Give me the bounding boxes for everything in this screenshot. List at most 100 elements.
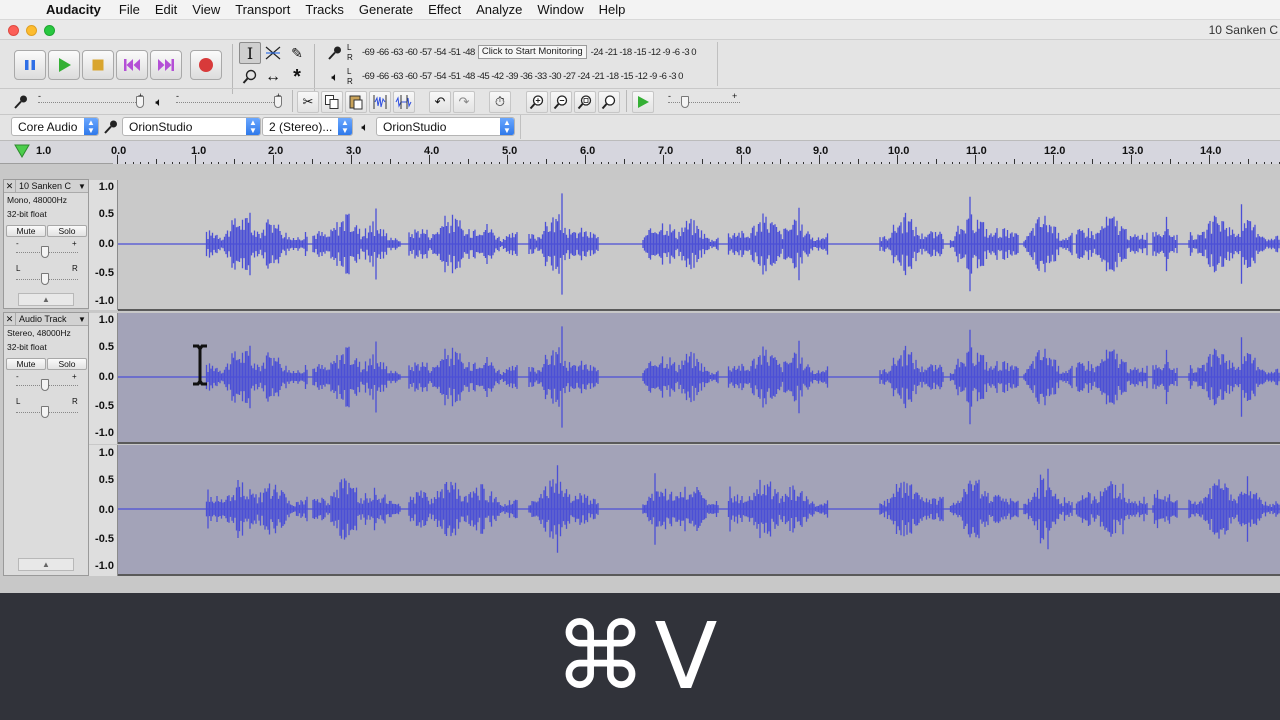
waveform-area-2-left[interactable] xyxy=(117,313,1280,444)
cut-button[interactable]: ✂ xyxy=(297,91,319,113)
playback-meter-speaker-icon[interactable]: 🔈︎ xyxy=(324,66,346,88)
track-name-menu[interactable]: Audio Track xyxy=(16,314,76,324)
play-button[interactable] xyxy=(48,50,80,80)
fit-selection-button[interactable] xyxy=(574,91,596,113)
redo-button[interactable]: ↷ xyxy=(453,91,475,113)
track-area: ✕ 10 Sanken C ▼ Mono, 48000Hz 32-bit flo… xyxy=(0,164,1280,593)
chevron-updown-icon: ▲ ▼ xyxy=(246,118,260,135)
zoom-window-button[interactable] xyxy=(44,25,55,36)
track-control-panel-2[interactable]: ✕ Audio Track ▼ Stereo, 48000Hz 32-bit f… xyxy=(3,312,89,576)
menu-file[interactable]: File xyxy=(119,2,140,17)
close-track-icon[interactable]: ✕ xyxy=(4,180,16,192)
selection-tool[interactable]: I xyxy=(239,42,261,64)
recording-channels-select[interactable]: 2 (Stereo)... ▲ ▼ xyxy=(262,117,353,136)
gain-thumb[interactable] xyxy=(41,246,49,258)
playback-device-select[interactable]: OrionStudio ▲ ▼ xyxy=(376,117,515,136)
fit-project-button[interactable] xyxy=(598,91,620,113)
scale-label: 0.0 xyxy=(98,371,114,383)
sync-lock-button[interactable]: ⏱︎ xyxy=(489,91,511,113)
play-at-speed-button[interactable] xyxy=(632,91,654,113)
skip-to-start-button[interactable] xyxy=(116,50,148,80)
gain-thumb[interactable] xyxy=(41,379,49,391)
mute-button[interactable]: Mute xyxy=(6,225,46,237)
pan-thumb[interactable] xyxy=(41,406,49,418)
envelope-tool[interactable] xyxy=(262,42,284,64)
draw-tool[interactable]: ✎ xyxy=(286,42,308,64)
solo-button[interactable]: Solo xyxy=(47,358,87,370)
scale-label: 1.0 xyxy=(98,181,114,193)
collapse-track-button[interactable]: ▲ xyxy=(18,293,74,306)
recording-volume-thumb[interactable] xyxy=(136,96,144,108)
close-track-icon[interactable]: ✕ xyxy=(4,313,16,325)
fit-project-icon xyxy=(601,95,616,110)
menu-analyze[interactable]: Analyze xyxy=(476,2,522,17)
menu-audacity[interactable]: Audacity xyxy=(46,2,101,17)
copy-button[interactable] xyxy=(321,91,343,113)
undo-button[interactable]: ↶ xyxy=(429,91,451,113)
toolbar-row-divider xyxy=(0,114,1280,115)
track-format: Mono, 48000Hz xyxy=(7,195,68,205)
record-button[interactable] xyxy=(190,50,222,80)
playback-meter[interactable]: -69 -66 -63 -60 -57 -54 -51 -48 -45 -42 … xyxy=(362,66,683,86)
pause-icon xyxy=(25,60,35,70)
play-speed-thumb[interactable] xyxy=(681,96,689,108)
time-shift-tool[interactable]: ↔ xyxy=(262,66,284,88)
record-meter-mic-icon[interactable] xyxy=(324,42,346,64)
vertical-scale-1[interactable]: 1.0 0.5 0.0 -0.5 -1.0 xyxy=(89,180,118,310)
zoom-out-button[interactable] xyxy=(550,91,572,113)
vertical-scale-2-left[interactable]: 1.0 0.5 0.0 -0.5 -1.0 xyxy=(89,313,118,444)
waveform-area-1[interactable] xyxy=(117,180,1280,311)
collapse-track-button[interactable]: ▲ xyxy=(18,558,74,571)
pan-thumb[interactable] xyxy=(41,273,49,285)
menu-edit[interactable]: Edit xyxy=(155,2,177,17)
undo-icon: ↶ xyxy=(434,94,446,109)
minimize-window-button[interactable] xyxy=(26,25,37,36)
paste-button[interactable] xyxy=(345,91,367,113)
ruler-mark: 11.0 xyxy=(966,145,987,157)
solo-button[interactable]: Solo xyxy=(47,225,87,237)
menu-window[interactable]: Window xyxy=(537,2,583,17)
ruler-mark: 2.0 xyxy=(268,145,284,157)
playback-volume-thumb[interactable] xyxy=(274,96,282,108)
record-meter-scale: -69 -66 -63 -60 -57 -54 -51 -48 xyxy=(362,46,475,58)
playback-volume-slider[interactable] xyxy=(176,102,282,103)
close-window-button[interactable] xyxy=(8,25,19,36)
menu-generate[interactable]: Generate xyxy=(359,2,413,17)
record-meter[interactable]: -69 -66 -63 -60 -57 -54 -51 -48 Click to… xyxy=(362,42,697,62)
chevron-down-icon[interactable]: ▼ xyxy=(76,315,88,324)
zoom-in-button[interactable] xyxy=(526,91,548,113)
stop-button[interactable] xyxy=(82,50,114,80)
chevron-down-icon[interactable]: ▼ xyxy=(76,182,88,191)
multi-tool[interactable]: * xyxy=(286,66,308,88)
trim-audio-button[interactable] xyxy=(369,91,391,113)
waveform-area-2-right[interactable] xyxy=(117,445,1280,576)
track-control-panel-1[interactable]: ✕ 10 Sanken C ▼ Mono, 48000Hz 32-bit flo… xyxy=(3,179,89,309)
menu-help[interactable]: Help xyxy=(599,2,626,17)
scissors-icon: ✂ xyxy=(302,94,314,109)
recording-volume-slider[interactable] xyxy=(38,102,144,103)
start-monitoring-tooltip[interactable]: Click to Start Monitoring xyxy=(477,45,587,59)
menu-tracks[interactable]: Tracks xyxy=(305,2,344,17)
toolbar-separator xyxy=(292,90,293,112)
play-speed-slider[interactable] xyxy=(668,102,740,103)
playback-volume-icon: 🔈︎ xyxy=(148,91,170,113)
ruler-track[interactable]: 0.0 1.0 2.0 3.0 4.0 5.0 6.0 7.0 8.0 9.0 … xyxy=(111,141,1280,165)
zoom-tool[interactable] xyxy=(239,66,261,88)
ruler-mark: 0.0 xyxy=(111,145,127,157)
timeline-ruler[interactable]: 1.0 0.0 1.0 2.0 3.0 4.0 5.0 6.0 7.0 8.0 … xyxy=(0,140,1280,165)
play-head-triangle-icon[interactable] xyxy=(14,144,30,158)
waveform xyxy=(117,326,1280,428)
menu-transport[interactable]: Transport xyxy=(235,2,290,17)
track-name-menu[interactable]: 10 Sanken C xyxy=(16,181,76,191)
i-beam-icon: I xyxy=(246,43,254,63)
pause-button[interactable] xyxy=(14,50,46,80)
mute-button[interactable]: Mute xyxy=(6,358,46,370)
recording-device-select[interactable]: OrionStudio ▲ ▼ xyxy=(122,117,261,136)
ruler-mark: 5.0 xyxy=(502,145,518,157)
menu-view[interactable]: View xyxy=(192,2,220,17)
menu-effect[interactable]: Effect xyxy=(428,2,461,17)
vertical-scale-2-right[interactable]: 1.0 0.5 0.0 -0.5 -1.0 xyxy=(89,445,118,576)
skip-to-end-button[interactable] xyxy=(150,50,182,80)
silence-audio-button[interactable] xyxy=(393,91,415,113)
audio-host-select[interactable]: Core Audio ▲ ▼ xyxy=(11,117,99,136)
